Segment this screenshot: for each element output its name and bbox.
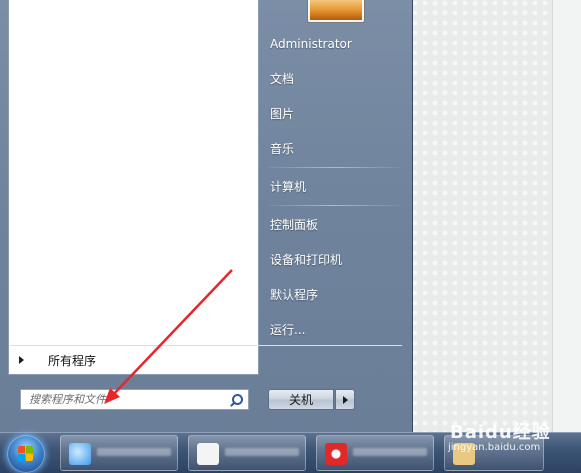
shutdown-label: 关机 [288, 393, 313, 407]
menu-item-label: 默认程序 [270, 287, 319, 302]
taskbar-app-3[interactable] [316, 435, 434, 471]
shutdown-button[interactable]: 关机 [268, 389, 334, 410]
menu-item-user[interactable]: Administrator [270, 30, 400, 58]
taskbar-app-label [97, 448, 171, 456]
menu-item-pictures[interactable]: 图片 [270, 99, 400, 127]
browser-app-icon [325, 443, 347, 465]
menu-item-label: 运行... [270, 322, 306, 337]
desktop-window-edge [552, 0, 581, 432]
places-pane: Administrator 文档 图片 音乐 计算机 控制面板 设备和打印机 默… [258, 0, 410, 432]
menu-item-label: 音乐 [270, 141, 295, 156]
shutdown-options-button[interactable] [335, 389, 355, 410]
all-programs-button[interactable]: 所有程序 [8, 348, 244, 372]
menu-item-label: 图片 [270, 106, 295, 121]
menu-item-run[interactable]: 运行... [270, 315, 400, 343]
menu-divider [268, 167, 400, 168]
document-app-icon [197, 443, 219, 465]
watermark-url: jingyan.baidu.com [448, 442, 541, 453]
chevron-right-icon [342, 395, 348, 404]
search-area [8, 376, 257, 420]
windows-logo-icon [18, 446, 34, 462]
search-input[interactable] [21, 389, 227, 410]
watermark: Baidu经验 jingyan.baidu.com [448, 418, 551, 453]
menu-item-control-panel[interactable]: 控制面板 [270, 210, 400, 238]
menu-item-music[interactable]: 音乐 [270, 134, 400, 162]
start-menu: 所有程序 Administrator 文档 图片 音乐 计算机 控制面板 [0, 0, 413, 432]
menu-item-label: 控制面板 [270, 217, 319, 232]
menu-item-label: 计算机 [270, 179, 307, 194]
menu-divider [268, 205, 400, 206]
menu-item-computer[interactable]: 计算机 [270, 172, 400, 200]
taskbar-app-1[interactable] [60, 435, 178, 471]
programs-pane [8, 0, 259, 375]
search-box[interactable] [20, 389, 249, 410]
taskbar-app-2[interactable] [188, 435, 306, 471]
search-icon[interactable] [227, 391, 245, 409]
user-avatar[interactable] [308, 0, 364, 22]
watermark-brand: Baidu经验 [450, 422, 551, 443]
menu-item-label: 文档 [270, 71, 295, 86]
menu-item-label: 设备和打印机 [270, 252, 343, 267]
menu-item-default-programs[interactable]: 默认程序 [270, 280, 400, 308]
desktop-background [412, 0, 581, 432]
taskbar-app-label [225, 448, 299, 456]
menu-item-documents[interactable]: 文档 [270, 64, 400, 92]
menu-item-label: Administrator [270, 37, 352, 51]
menu-item-devices-printers[interactable]: 设备和打印机 [270, 245, 400, 273]
cloud-app-icon [69, 443, 91, 465]
all-programs-label: 所有程序 [48, 353, 97, 368]
start-button[interactable] [7, 435, 45, 473]
chevron-right-icon [19, 356, 24, 364]
taskbar-app-label [353, 448, 427, 456]
